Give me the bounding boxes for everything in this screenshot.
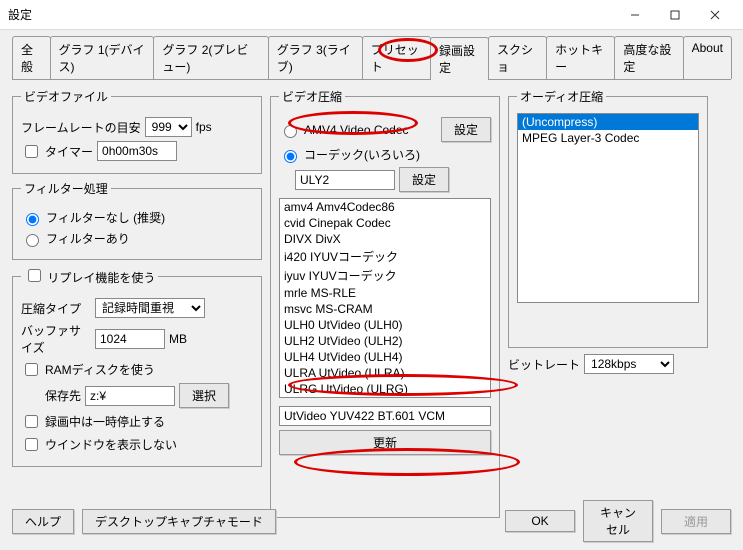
filter-none-radio[interactable] (26, 213, 39, 226)
codec-list[interactable]: amv4 Amv4Codec86cvid Cinepak CodecDIVX D… (279, 198, 491, 398)
tab-bar: 全般グラフ 1(デバイス)グラフ 2(プレビュー)グラフ 3(ライブ)プリセット… (0, 30, 743, 79)
tab-4[interactable]: プリセット (362, 36, 431, 79)
codec-short-input[interactable] (295, 170, 395, 190)
browse-button[interactable]: 選択 (179, 383, 229, 408)
tab-8[interactable]: 高度な設定 (614, 36, 683, 79)
ramdisk-label: RAMディスクを使う (45, 361, 155, 378)
framerate-label: フレームレートの目安 (21, 119, 141, 136)
videofile-legend: ビデオファイル (21, 88, 111, 105)
audiocomp-group: オーディオ圧縮 (Uncompress)MPEG Layer-3 Codec (508, 88, 708, 348)
codec-item[interactable]: iyuv IYUVコーデック (280, 266, 490, 285)
videocomp-group: ビデオ圧縮 AMV4 Video Codec 設定 コーデック(いろいろ) 設定… (270, 88, 500, 518)
codec-item[interactable]: i420 IYUVコーデック (280, 247, 490, 266)
apply-button[interactable]: 適用 (661, 509, 731, 534)
codec-item[interactable]: DIVX DivX (280, 231, 490, 247)
window-title: 設定 (8, 6, 615, 23)
codec-settings-button[interactable]: 設定 (399, 167, 449, 192)
audiocomp-legend: オーディオ圧縮 (517, 88, 606, 105)
ramdisk-checkbox[interactable] (25, 363, 38, 376)
buffer-input[interactable] (95, 329, 165, 349)
codec-full-input[interactable] (279, 406, 491, 426)
timer-label: タイマー (45, 143, 93, 160)
buffer-label: バッファサイズ (21, 322, 91, 356)
replay-legend: リプレイ機能を使う (47, 271, 155, 285)
compress-select[interactable]: 記録時間重視 (95, 298, 205, 318)
tab-5[interactable]: 録画設定 (430, 37, 489, 80)
codec-item[interactable]: ULRG UtVideo (ULRG) (280, 381, 490, 397)
codec-radio[interactable] (284, 150, 297, 163)
close-button[interactable] (695, 2, 735, 28)
tab-content: ビデオファイル フレームレートの目安 999 fps タイマー フィルター処理 … (0, 80, 743, 526)
desktop-capture-button[interactable]: デスクトップキャプチャモード (82, 509, 276, 534)
amv4-label: AMV4 Video Codec (304, 123, 437, 137)
replay-group: リプレイ機能を使う 圧縮タイプ 記録時間重視 バッファサイズ MB RAMディス… (12, 266, 262, 467)
replay-checkbox[interactable] (28, 269, 41, 282)
compress-label: 圧縮タイプ (21, 300, 91, 317)
tab-7[interactable]: ホットキー (546, 36, 615, 79)
tab-6[interactable]: スクショ (488, 36, 547, 79)
pause-label: 録画中は一時停止する (45, 413, 165, 430)
codec-label: コーデック(いろいろ) (304, 146, 420, 163)
bitrate-label: ビットレート (508, 356, 580, 373)
videocomp-legend: ビデオ圧縮 (279, 88, 345, 105)
tab-0[interactable]: 全般 (12, 36, 51, 79)
amv4-radio[interactable] (284, 125, 297, 138)
videofile-group: ビデオファイル フレームレートの目安 999 fps タイマー (12, 88, 262, 174)
audio-item[interactable]: MPEG Layer-3 Codec (518, 130, 698, 146)
audio-list[interactable]: (Uncompress)MPEG Layer-3 Codec (517, 113, 699, 303)
filter-group: フィルター処理 フィルターなし (推奨) フィルターあり (12, 180, 262, 260)
filter-legend: フィルター処理 (21, 180, 111, 197)
minimize-button[interactable] (615, 2, 655, 28)
filter-with-label: フィルターあり (46, 230, 130, 247)
title-bar: 設定 (0, 0, 743, 30)
window-label: ウインドウを表示しない (45, 436, 177, 453)
update-button[interactable]: 更新 (279, 430, 491, 455)
savepath-label: 保存先 (21, 387, 81, 404)
tab-1[interactable]: グラフ 1(デバイス) (50, 36, 155, 79)
audio-item[interactable]: (Uncompress) (518, 114, 698, 130)
window-checkbox[interactable] (25, 438, 38, 451)
codec-item[interactable]: amv4 Amv4Codec86 (280, 199, 490, 215)
amv4-settings-button[interactable]: 設定 (441, 117, 491, 142)
codec-item[interactable]: ULH0 UtVideo (ULH0) (280, 317, 490, 333)
maximize-button[interactable] (655, 2, 695, 28)
tab-2[interactable]: グラフ 2(プレビュー) (153, 36, 268, 79)
ok-button[interactable]: OK (505, 510, 575, 532)
codec-item[interactable]: ULH4 UtVideo (ULH4) (280, 349, 490, 365)
fps-label: fps (196, 120, 212, 134)
codec-item[interactable]: ULY0 UtVideo (ULY0) (280, 397, 490, 398)
framerate-select[interactable]: 999 (145, 117, 192, 137)
tab-9[interactable]: About (683, 36, 732, 79)
codec-item[interactable]: ULH2 UtVideo (ULH2) (280, 333, 490, 349)
codec-item[interactable]: msvc MS-CRAM (280, 301, 490, 317)
mb-label: MB (169, 332, 187, 346)
codec-item[interactable]: ULRA UtVideo (ULRA) (280, 365, 490, 381)
timer-checkbox[interactable] (25, 145, 38, 158)
savepath-input[interactable] (85, 386, 175, 406)
help-button[interactable]: ヘルプ (12, 509, 74, 534)
codec-item[interactable]: cvid Cinepak Codec (280, 215, 490, 231)
tab-3[interactable]: グラフ 3(ライブ) (268, 36, 363, 79)
pause-checkbox[interactable] (25, 415, 38, 428)
filter-with-radio[interactable] (26, 234, 39, 247)
filter-none-label: フィルターなし (推奨) (46, 209, 165, 226)
cancel-button[interactable]: キャンセル (583, 500, 653, 542)
codec-item[interactable]: mrle MS-RLE (280, 285, 490, 301)
timer-input[interactable] (97, 141, 177, 161)
bitrate-select[interactable]: 128kbps (584, 354, 674, 374)
bottom-bar: ヘルプ デスクトップキャプチャモード OK キャンセル 適用 (12, 500, 731, 542)
